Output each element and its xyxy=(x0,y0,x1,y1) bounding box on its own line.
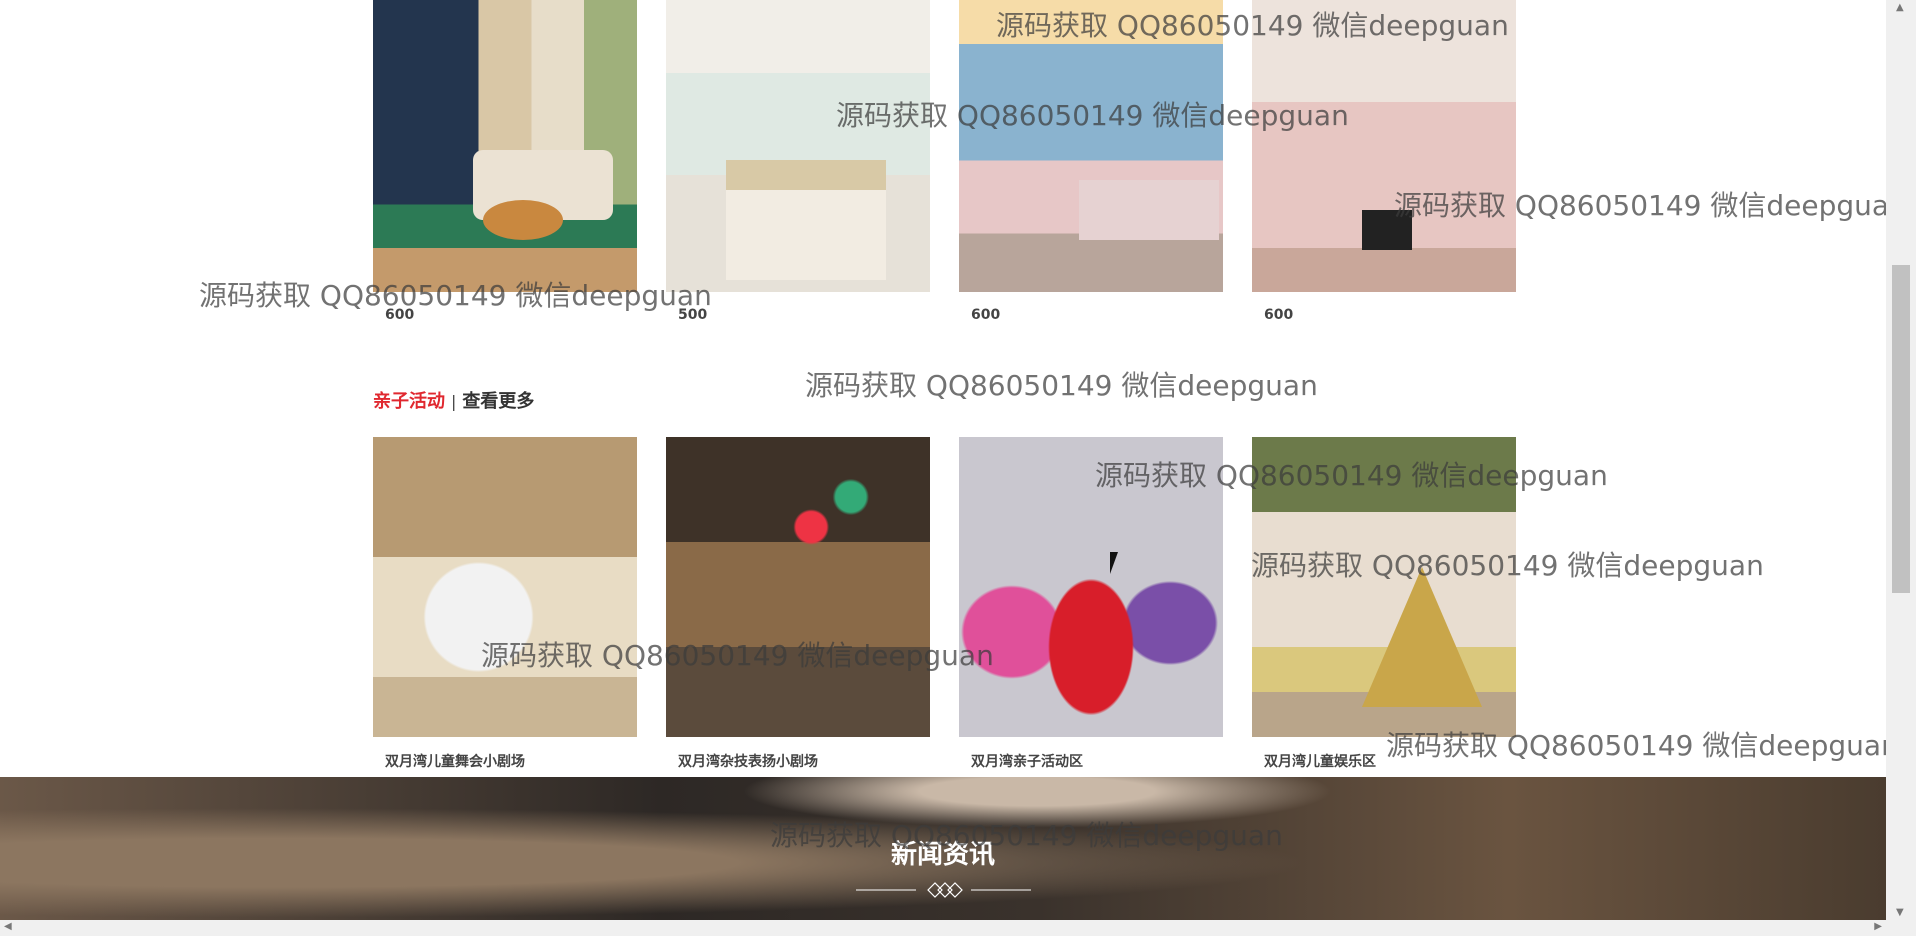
activity-card[interactable]: 双月湾杂技表扬小剧场 xyxy=(666,437,930,771)
activity-name[interactable]: 双月湾儿童舞会小剧场 xyxy=(373,751,637,771)
horizontal-scrollbar[interactable]: ◀ ▶ xyxy=(0,920,1916,936)
page: 600 500 600 600 亲子活动 | 查看更多 双月湾儿童舞会小剧场 双月湾… xyxy=(0,0,1886,920)
diamond-divider-icon xyxy=(856,882,1031,898)
vertical-scrollbar[interactable]: ▲ ▼ xyxy=(1886,0,1916,920)
activity-image[interactable] xyxy=(959,437,1223,737)
room-image[interactable] xyxy=(666,0,930,292)
activity-image[interactable] xyxy=(666,437,930,737)
watermark: 源码获取 QQ86050149 微信deepguan xyxy=(805,369,1318,402)
activity-name[interactable]: 双月湾亲子活动区 xyxy=(959,751,1223,771)
activity-image[interactable] xyxy=(1252,437,1516,737)
activity-name[interactable]: 双月湾儿童娱乐区 xyxy=(1252,751,1516,771)
news-title: 新闻资讯 xyxy=(890,840,995,870)
view-more-link[interactable]: 查看更多 xyxy=(462,391,534,412)
activity-card[interactable]: 双月湾儿童舞会小剧场 xyxy=(373,437,637,771)
room-price: 600 xyxy=(971,307,1001,323)
room-card[interactable]: 600 xyxy=(373,0,637,323)
mouse-cursor-icon xyxy=(1110,552,1118,574)
room-card[interactable]: 600 xyxy=(959,0,1223,323)
room-price: 600 xyxy=(385,307,415,323)
scroll-up-arrow-icon[interactable]: ▲ xyxy=(1896,2,1904,13)
heading-separator: | xyxy=(451,392,457,411)
room-price: 500 xyxy=(678,307,708,323)
room-image[interactable] xyxy=(959,0,1223,292)
activity-name[interactable]: 双月湾杂技表扬小剧场 xyxy=(666,751,930,771)
scroll-down-arrow-icon[interactable]: ▼ xyxy=(1896,907,1904,918)
vertical-scroll-thumb[interactable] xyxy=(1892,265,1910,593)
activities-title[interactable]: 亲子活动 xyxy=(373,391,445,412)
scroll-left-arrow-icon[interactable]: ◀ xyxy=(4,921,12,932)
activities-heading: 亲子活动 | 查看更多 xyxy=(373,387,534,413)
room-price: 600 xyxy=(1264,307,1294,323)
activity-card[interactable]: 双月湾儿童娱乐区 xyxy=(1252,437,1516,771)
room-image[interactable] xyxy=(1252,0,1516,292)
room-card[interactable]: 600 xyxy=(1252,0,1516,323)
activity-card[interactable]: 双月湾亲子活动区 xyxy=(959,437,1223,771)
activity-image[interactable] xyxy=(373,437,637,737)
room-card[interactable]: 500 xyxy=(666,0,930,323)
room-image[interactable] xyxy=(373,0,637,292)
scroll-right-arrow-icon[interactable]: ▶ xyxy=(1874,921,1882,932)
